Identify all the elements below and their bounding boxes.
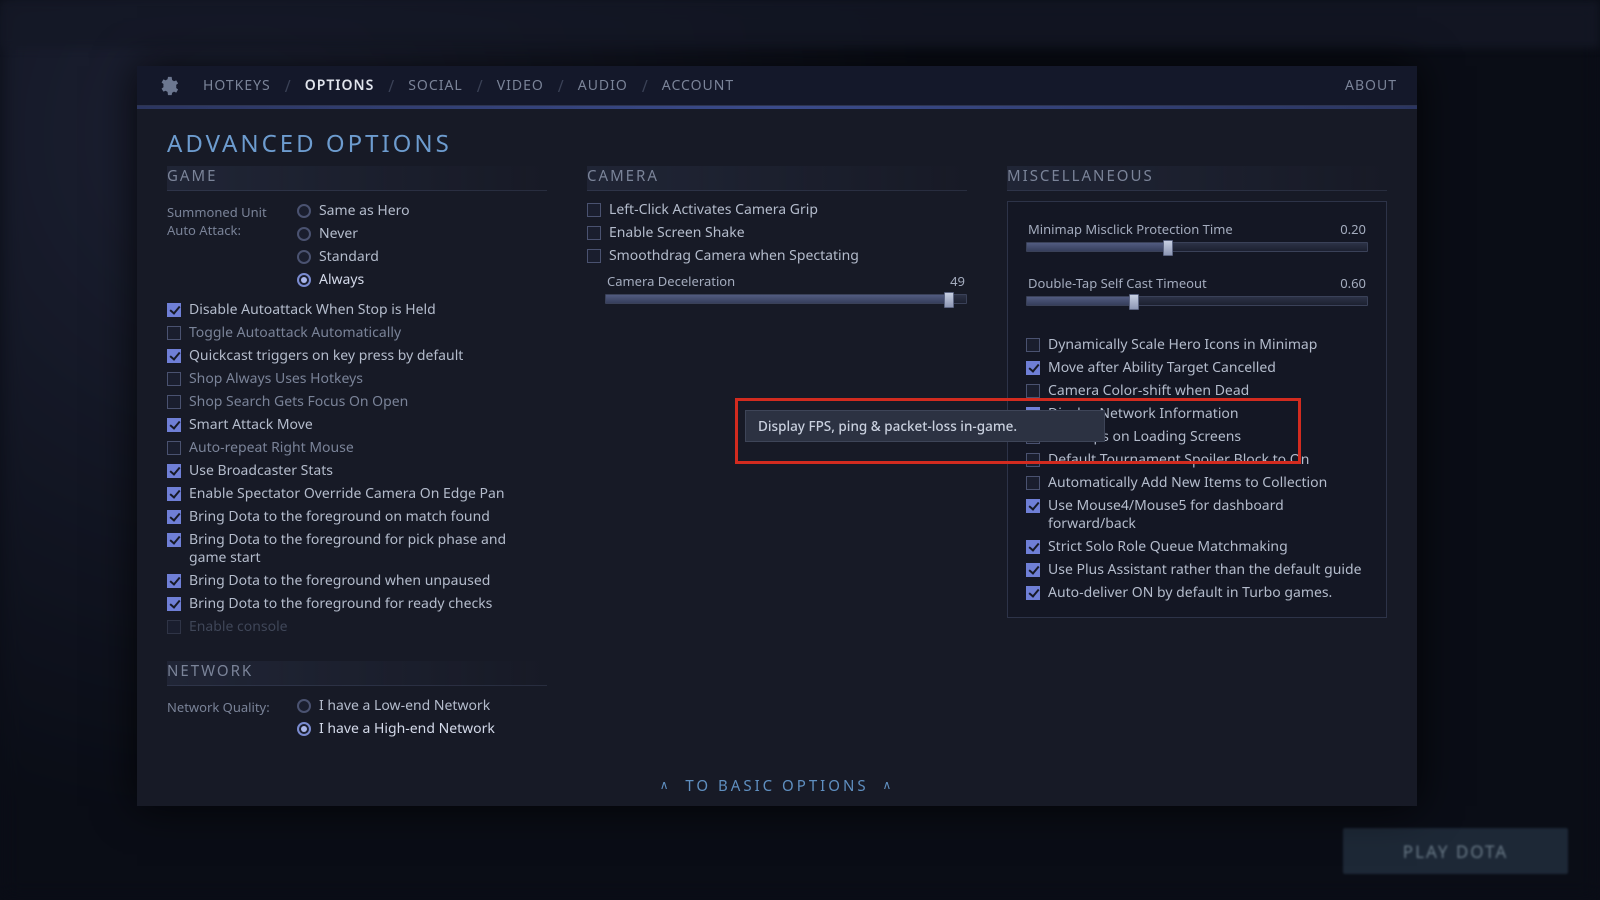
check-game-smart-attack-move[interactable]: Smart Attack Move [167,416,547,434]
nav-tab-social[interactable]: SOCIAL [408,76,463,95]
check-game-bring-dota-to-the-foreground-for-ready-c[interactable]: Bring Dota to the foreground for ready c… [167,595,547,613]
misc-header: MISCELLANEOUS [1007,166,1387,191]
misc-column: MISCELLANEOUS Minimap Misclick Protectio… [1007,166,1387,764]
checkbox-icon [167,326,181,340]
nav-tab-options[interactable]: OPTIONS [305,76,375,95]
check-game-quickcast-triggers-on-key-press-by-defau[interactable]: Quickcast triggers on key press by defau… [167,347,547,365]
radio-network-high[interactable]: I have a High-end Network [297,719,495,738]
check-misc-default-tournament-spoiler-block-to-on[interactable]: Default Tournament Spoiler Block to On [1026,451,1368,469]
checkbox-icon [587,226,601,240]
check-game-shop-search-gets-focus-on-open[interactable]: Shop Search Gets Focus On Open [167,393,547,411]
checkbox-icon [1026,384,1040,398]
checkbox-icon [167,441,181,455]
checkbox-icon [1026,563,1040,577]
network-header: NETWORK [167,661,547,686]
summoned-label: Summoned Unit Auto Attack: [167,201,297,289]
check-camera-enable-screen-shake[interactable]: Enable Screen Shake [587,224,967,242]
nav-about[interactable]: ABOUT [1345,76,1397,95]
checkbox-icon [1026,453,1040,467]
check-misc-use-mouse4-mouse5-for-dashboard-forward-[interactable]: Use Mouse4/Mouse5 for dashboard forward/… [1026,497,1368,533]
background-topbar [0,0,1600,48]
checkbox-icon [1026,540,1040,554]
checkbox-icon [167,395,181,409]
checkbox-icon [167,620,181,634]
checkbox-icon [167,487,181,501]
camera-column: CAMERA Left-Click Activates Camera Grip E… [587,166,967,764]
check-misc-dynamically-scale-hero-icons-in-minimap[interactable]: Dynamically Scale Hero Icons in Minimap [1026,336,1368,354]
check-game-auto-repeat-right-mouse[interactable]: Auto-repeat Right Mouse [167,439,547,457]
check-game-disable-autoattack-when-stop-is-held[interactable]: Disable Autoattack When Stop is Held [167,301,547,319]
radio-network-low[interactable]: I have a Low-end Network [297,696,495,715]
check-misc-camera-color-shift-when-dead[interactable]: Camera Color-shift when Dead [1026,382,1368,400]
checkbox-icon [1026,361,1040,375]
checkbox-icon [167,464,181,478]
nav-tab-video[interactable]: VIDEO [497,76,544,95]
checkbox-icon [1026,586,1040,600]
checkbox-icon [167,597,181,611]
checkbox-icon [587,203,601,217]
radio-dot-icon [297,273,311,287]
summoned-unit-autoattack: Summoned Unit Auto Attack: Same as Hero N… [167,201,547,289]
radio-summoned-same-as-hero[interactable]: Same as Hero [297,201,410,220]
camera-decel-label: Camera Deceleration [589,272,735,290]
radio-dot-icon [297,722,311,736]
check-camera-smoothdrag-camera-when-spectating[interactable]: Smoothdrag Camera when Spectating [587,247,967,265]
checkbox-icon [1026,476,1040,490]
checkbox-icon [167,510,181,524]
check-game-shop-always-uses-hotkeys[interactable]: Shop Always Uses Hotkeys [167,370,547,388]
check-game-bring-dota-to-the-foreground-for-pick-ph[interactable]: Bring Dota to the foreground for pick ph… [167,531,547,567]
checkbox-icon [167,349,181,363]
checkbox-icon [167,574,181,588]
game-column: GAME Summoned Unit Auto Attack: Same as … [167,166,547,764]
checkbox-icon [167,418,181,432]
radio-summoned-never[interactable]: Never [297,224,410,243]
slider-misc-1[interactable]: Double-Tap Self Cast Timeout0.60 [1026,274,1368,306]
radio-dot-icon [297,227,311,241]
check-misc-automatically-add-new-items-to-collectio[interactable]: Automatically Add New Items to Collectio… [1026,474,1368,492]
check-misc-strict-solo-role-queue-matchmaking[interactable]: Strict Solo Role Queue Matchmaking [1026,538,1368,556]
camera-decel-value: 49 [950,272,965,290]
check-game-bring-dota-to-the-foreground-on-match-fo[interactable]: Bring Dota to the foreground on match fo… [167,508,547,526]
check-camera-left-click-activates-camera-grip[interactable]: Left-Click Activates Camera Grip [587,201,967,219]
radio-summoned-standard[interactable]: Standard [297,247,410,266]
checkbox-icon [1026,499,1040,513]
check-misc-use-plus-assistant-rather-than-the-defau[interactable]: Use Plus Assistant rather than the defau… [1026,561,1368,579]
checkbox-icon [167,372,181,386]
radio-dot-icon [297,250,311,264]
nav-tab-account[interactable]: ACCOUNT [662,76,734,95]
check-game-bring-dota-to-the-foreground-when-unpaus[interactable]: Bring Dota to the foreground when unpaus… [167,572,547,590]
network-quality: Network Quality: I have a Low-end Networ… [167,696,547,738]
radio-dot-icon [297,699,311,713]
chevron-up-icon: ∧ [882,776,894,793]
checkbox-icon [1026,338,1040,352]
checkbox-icon [167,533,181,547]
to-basic-options[interactable]: ∧ TO BASIC OPTIONS ∧ [167,764,1387,796]
nav-tab-audio[interactable]: AUDIO [578,76,628,95]
check-misc-move-after-ability-target-cancelled[interactable]: Move after Ability Target Cancelled [1026,359,1368,377]
check-game-toggle-autoattack-automatically[interactable]: Toggle Autoattack Automatically [167,324,547,342]
check-game-enable-console: Enable console [167,618,547,636]
page-title: ADVANCED OPTIONS [167,127,1387,160]
check-game-use-broadcaster-stats[interactable]: Use Broadcaster Stats [167,462,547,480]
radio-dot-icon [297,204,311,218]
tooltip-network-info: Display FPS, ping & packet-loss in-game. [745,410,1105,442]
slider-misc-0[interactable]: Minimap Misclick Protection Time0.20 [1026,220,1368,252]
camera-deceleration-slider[interactable]: Camera Deceleration 49 [587,272,967,304]
game-header: GAME [167,166,547,191]
camera-header: CAMERA [587,166,967,191]
nav-tab-hotkeys[interactable]: HOTKEYS [203,76,271,95]
checkbox-icon [167,303,181,317]
radio-summoned-always[interactable]: Always [297,270,410,289]
network-quality-label: Network Quality: [167,696,297,738]
play-dota-button[interactable]: PLAY DOTA [1343,828,1568,874]
chevron-up-icon: ∧ [660,776,672,793]
check-game-enable-spectator-override-camera-on-edge[interactable]: Enable Spectator Override Camera On Edge… [167,485,547,503]
check-misc-auto-deliver-on-by-default-in-turbo-game[interactable]: Auto-deliver ON by default in Turbo game… [1026,584,1368,602]
gear-icon [157,75,179,97]
settings-nav: HOTKEYS / OPTIONS / SOCIAL / VIDEO / AUD… [137,66,1417,106]
checkbox-icon [587,249,601,263]
